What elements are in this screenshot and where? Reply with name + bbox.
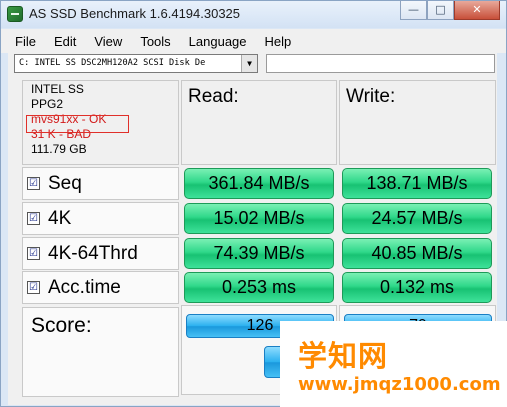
acc-time-label: Acc.time <box>48 276 121 298</box>
menu-file[interactable]: File <box>15 34 36 49</box>
menu-language[interactable]: Language <box>189 34 247 49</box>
drive-model: INTEL SS <box>31 82 84 96</box>
test-row-4k-64thrd: ☑ 4K-64Thrd <box>22 237 179 270</box>
4k-64thrd-label: 4K-64Thrd <box>48 242 138 264</box>
acc-time-checkbox[interactable]: ☑ <box>27 281 40 294</box>
score-label: Score: <box>31 314 92 337</box>
status-field <box>266 54 495 73</box>
test-row-acc-time: ☑ Acc.time <box>22 271 179 304</box>
4k-64thrd-write-result: 40.85 MB/s <box>342 238 492 269</box>
write-header: Write: <box>346 86 396 107</box>
close-button[interactable]: ✕ <box>454 1 500 20</box>
4k-64thrd-read-result: 74.39 MB/s <box>184 238 334 269</box>
minimize-button[interactable]: — <box>400 1 427 20</box>
app-logo-icon <box>7 6 23 22</box>
chevron-down-icon[interactable]: ▼ <box>241 55 257 72</box>
4k-read-result: 15.02 MB/s <box>184 203 334 234</box>
acc-time-read-result: 0.253 ms <box>184 272 334 303</box>
drive-firmware: PPG2 <box>31 97 64 111</box>
4k-64thrd-checkbox[interactable]: ☑ <box>27 247 40 260</box>
menu-view[interactable]: View <box>94 34 122 49</box>
4k-label: 4K <box>48 207 72 229</box>
window-title: AS SSD Benchmark 1.6.4194.30325 <box>29 6 241 21</box>
title-bar[interactable]: AS SSD Benchmark 1.6.4194.30325 — □ ✕ <box>1 1 506 28</box>
seq-read-result: 361.84 MB/s <box>184 168 334 199</box>
seq-write-result: 138.71 MB/s <box>342 168 492 199</box>
score-panel: Score: <box>22 307 179 397</box>
read-header: Read: <box>188 86 239 107</box>
menu-help[interactable]: Help <box>265 34 292 49</box>
4k-checkbox[interactable]: ☑ <box>27 212 40 225</box>
seq-label: Seq <box>48 172 82 194</box>
drive-size: 111.79 GB <box>31 142 87 156</box>
watermark-title: 学知网 <box>298 339 389 373</box>
highlight-box <box>26 115 129 133</box>
test-row-seq: ☑ Seq <box>22 167 179 200</box>
menu-bar: File Edit View Tools Language Help <box>1 29 506 53</box>
drive-select[interactable]: C: INTEL SS DSC2MH120A2 SCSI Disk De ▼ <box>14 54 258 73</box>
watermark-url: www.jmqz1000.com <box>298 374 501 395</box>
menu-tools[interactable]: Tools <box>140 34 170 49</box>
4k-write-result: 24.57 MB/s <box>342 203 492 234</box>
test-row-4k: ☑ 4K <box>22 202 179 235</box>
seq-checkbox[interactable]: ☑ <box>27 177 40 190</box>
drive-select-value: C: INTEL SS DSC2MH120A2 SCSI Disk De <box>19 58 206 68</box>
menu-edit[interactable]: Edit <box>54 34 76 49</box>
acc-time-write-result: 0.132 ms <box>342 272 492 303</box>
window-controls: — □ ✕ <box>400 1 500 21</box>
maximize-button[interactable]: □ <box>427 1 454 20</box>
